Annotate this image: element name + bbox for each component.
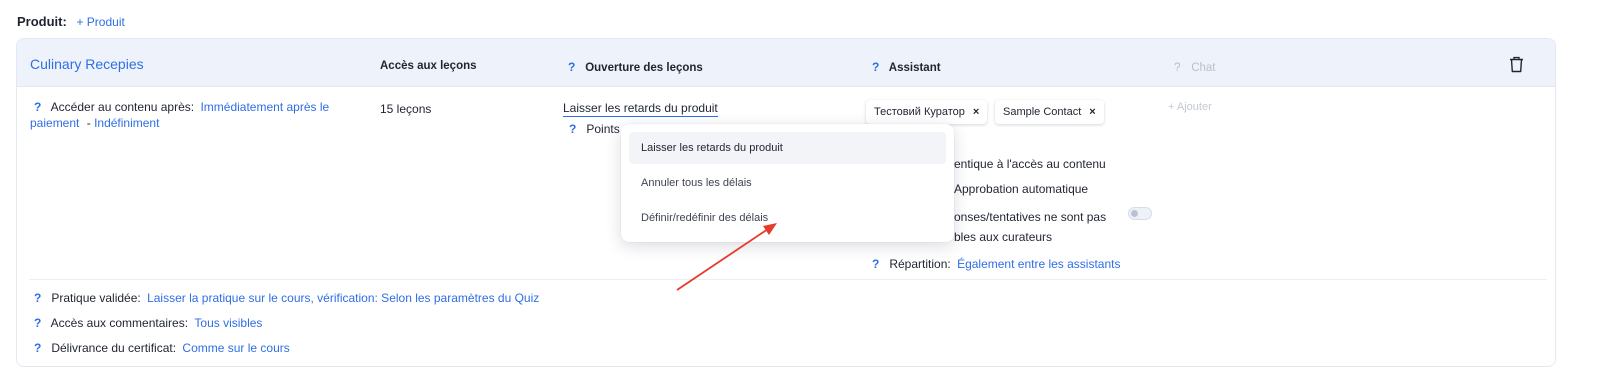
- annotation-arrow: [676, 223, 777, 291]
